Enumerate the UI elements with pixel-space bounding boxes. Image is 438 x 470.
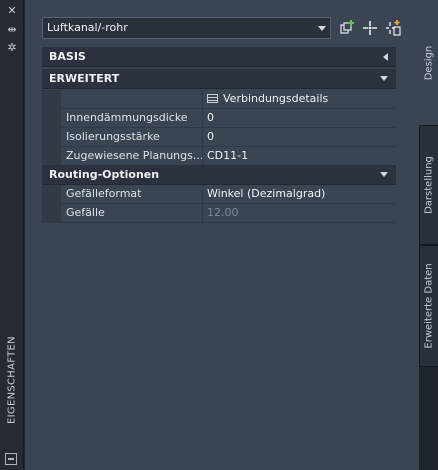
property-row[interactable]: Zugewiesene Planungs... CD11-1 bbox=[42, 147, 396, 166]
property-value[interactable]: 0 bbox=[203, 128, 396, 147]
palette-titlebar[interactable]: ✕ ⇹ ✲ EIGENSCHAFTEN bbox=[0, 0, 24, 470]
quick-select-icon[interactable] bbox=[361, 19, 379, 37]
property-row[interactable]: Verbindungsdetails bbox=[42, 90, 396, 109]
chevron-down-icon bbox=[380, 172, 388, 177]
property-value: 12.00 bbox=[203, 204, 396, 223]
tab-erweiterte-daten[interactable]: Erweiterte Daten bbox=[419, 245, 438, 367]
section-basis[interactable]: BASIS bbox=[42, 47, 396, 67]
property-value[interactable]: Verbindungsdetails bbox=[203, 90, 396, 109]
property-value[interactable]: CD11-1 bbox=[203, 147, 396, 166]
chevron-left-icon bbox=[383, 53, 388, 61]
property-name: Gefälle bbox=[61, 204, 203, 223]
tab-design[interactable]: Design bbox=[419, 0, 438, 125]
add-to-selection-icon[interactable] bbox=[339, 19, 357, 37]
property-row[interactable]: Innendämmungsdicke 0 bbox=[42, 109, 396, 128]
properties-panel: Luftkanal/-rohr BASIS ERWEITERT Verbindu… bbox=[25, 0, 419, 470]
property-name: Innendämmungsdicke bbox=[61, 109, 203, 128]
tab-darstellung[interactable]: Darstellung bbox=[419, 125, 438, 245]
section-routing-options[interactable]: Routing-Optionen bbox=[42, 165, 396, 185]
section-erweitert[interactable]: ERWEITERT bbox=[42, 69, 396, 89]
section-erweitert-label: ERWEITERT bbox=[49, 72, 120, 85]
chevron-down-icon bbox=[380, 76, 388, 81]
selection-toolbar: Luftkanal/-rohr bbox=[42, 17, 432, 39]
object-type-select[interactable]: Luftkanal/-rohr bbox=[42, 17, 331, 39]
section-routing-label: Routing-Optionen bbox=[49, 168, 160, 181]
palette-tabs: Design Darstellung Erweiterte Daten bbox=[419, 0, 438, 470]
property-name: Zugewiesene Planungs... bbox=[61, 147, 203, 166]
chevron-down-icon bbox=[318, 26, 326, 31]
property-name: Gefälleformat bbox=[61, 185, 203, 204]
properties-icon[interactable] bbox=[5, 453, 17, 465]
property-name bbox=[61, 90, 203, 109]
table-icon bbox=[207, 94, 218, 103]
property-row[interactable]: Gefälleformat Winkel (Dezimalgrad) bbox=[42, 185, 396, 204]
toggle-pickadd-icon[interactable] bbox=[384, 19, 402, 37]
property-value[interactable]: Winkel (Dezimalgrad) bbox=[203, 185, 396, 204]
property-name: Isolierungsstärke bbox=[61, 128, 203, 147]
property-row[interactable]: Isolierungsstärke 0 bbox=[42, 128, 396, 147]
settings-icon[interactable]: ✲ bbox=[4, 41, 20, 55]
property-row[interactable]: Gefälle 12.00 bbox=[42, 204, 396, 223]
close-icon[interactable]: ✕ bbox=[4, 4, 20, 18]
section-basis-label: BASIS bbox=[49, 50, 86, 63]
property-value[interactable]: 0 bbox=[203, 109, 396, 128]
autohide-icon[interactable]: ⇹ bbox=[4, 23, 20, 37]
palette-title: EIGENSCHAFTEN bbox=[6, 336, 18, 424]
